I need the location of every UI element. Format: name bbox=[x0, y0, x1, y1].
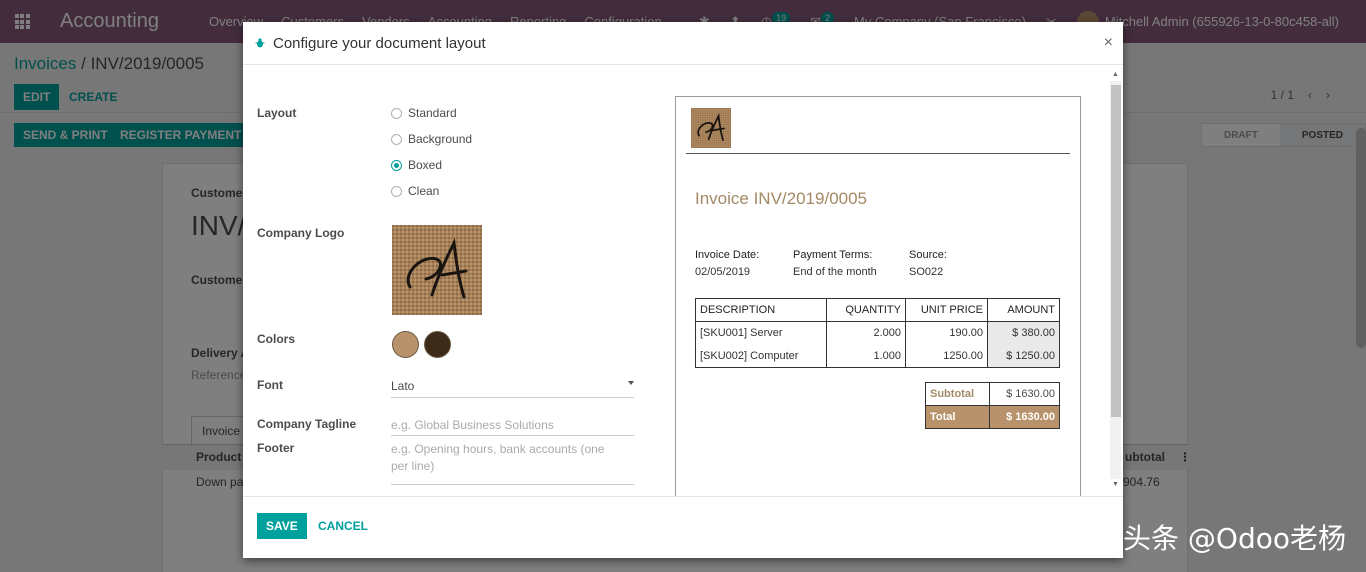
row-unit-price: 1250.00 bbox=[905, 344, 988, 368]
preview-header-divider bbox=[686, 153, 1070, 154]
payment-terms-label: Payment Terms: bbox=[793, 249, 873, 261]
caret-down-icon bbox=[628, 381, 634, 385]
col-unit-price: UNIT PRICE bbox=[905, 298, 988, 322]
col-description: DESCRIPTION bbox=[695, 298, 827, 322]
bug-icon bbox=[255, 38, 265, 48]
invoice-date-label: Invoice Date: bbox=[695, 249, 760, 261]
radio-boxed[interactable] bbox=[391, 159, 402, 171]
dialog-body: Layout Standard Background Boxed Clean C… bbox=[243, 65, 1123, 496]
company-tagline-label: Company Tagline bbox=[257, 417, 357, 431]
col-quantity: QUANTITY bbox=[826, 298, 906, 322]
preview-lines-table: DESCRIPTION QUANTITY UNIT PRICE AMOUNT [… bbox=[695, 298, 1060, 368]
layout-option-label: Standard bbox=[408, 106, 457, 120]
radio-clean[interactable] bbox=[391, 185, 402, 197]
row-quantity: 2.000 bbox=[826, 321, 906, 345]
layout-option-background[interactable]: Background bbox=[391, 132, 472, 146]
dialog-scrollbar[interactable]: ▲ ▼ bbox=[1110, 71, 1121, 491]
layout-option-label: Clean bbox=[408, 184, 440, 198]
source-value: SO022 bbox=[909, 266, 944, 278]
company-logo-image[interactable] bbox=[392, 225, 482, 315]
source-label: Source: bbox=[909, 249, 947, 261]
secondary-color-swatch[interactable] bbox=[424, 331, 451, 358]
cancel-button[interactable]: CANCEL bbox=[309, 513, 377, 539]
radio-standard[interactable] bbox=[391, 107, 402, 119]
table-row: [SKU002] Computer 1.000 1250.00 $ 1250.0… bbox=[695, 344, 1060, 368]
table-row: [SKU001] Server 2.000 190.00 $ 380.00 bbox=[695, 321, 1060, 345]
font-select[interactable]: Lato bbox=[391, 379, 634, 398]
preview-payment-terms: Payment Terms: End of the month bbox=[793, 247, 877, 281]
invoice-preview: Invoice INV/2019/0005 Invoice Date: 02/0… bbox=[675, 96, 1081, 496]
row-quantity: 1.000 bbox=[826, 344, 906, 368]
payment-terms-value: End of the month bbox=[793, 266, 877, 278]
subtotal-label: Subtotal bbox=[924, 382, 991, 406]
company-logo-label: Company Logo bbox=[257, 226, 345, 240]
footer-placeholder: e.g. Opening hours, bank accounts (one p… bbox=[391, 442, 605, 473]
save-button[interactable]: SAVE bbox=[257, 513, 307, 539]
close-icon[interactable]: × bbox=[1104, 34, 1113, 52]
preview-totals-table: Subtotal $ 1630.00 Total $ 1630.00 bbox=[924, 382, 1060, 429]
scroll-up-icon[interactable]: ▲ bbox=[1112, 71, 1119, 78]
radio-background[interactable] bbox=[391, 133, 402, 145]
layout-label: Layout bbox=[257, 106, 297, 120]
dialog-header: Configure your document layout × bbox=[243, 22, 1123, 65]
dialog-footer: SAVE CANCEL bbox=[243, 496, 1123, 558]
row-unit-price: 190.00 bbox=[905, 321, 988, 345]
col-amount: AMOUNT bbox=[987, 298, 1060, 322]
scroll-down-icon[interactable]: ▼ bbox=[1112, 481, 1119, 488]
preview-logo-image bbox=[691, 108, 731, 148]
preview-invoice-date: Invoice Date: 02/05/2019 bbox=[695, 247, 759, 281]
company-tagline-input[interactable]: e.g. Global Business Solutions bbox=[391, 417, 634, 436]
layout-option-boxed[interactable]: Boxed bbox=[391, 158, 442, 172]
colors-label: Colors bbox=[257, 332, 296, 346]
subtotal-row: Subtotal $ 1630.00 bbox=[924, 382, 1060, 406]
footer-label: Footer bbox=[257, 441, 295, 455]
layout-option-label: Boxed bbox=[408, 158, 443, 172]
row-amount: $ 1250.00 bbox=[987, 344, 1060, 368]
dialog-title: Configure your document layout bbox=[273, 34, 486, 52]
primary-color-swatch[interactable] bbox=[392, 331, 419, 358]
footer-textarea[interactable]: e.g. Opening hours, bank accounts (one p… bbox=[391, 441, 634, 485]
invoice-date-value: 02/05/2019 bbox=[695, 266, 751, 278]
total-row: Total $ 1630.00 bbox=[924, 405, 1060, 429]
preview-source: Source: SO022 bbox=[909, 247, 947, 281]
font-select-value: Lato bbox=[391, 379, 415, 393]
layout-option-label: Background bbox=[408, 132, 473, 146]
subtotal-value: $ 1630.00 bbox=[989, 382, 1060, 406]
scrollbar-thumb[interactable] bbox=[1111, 85, 1121, 417]
font-label: Font bbox=[257, 378, 283, 392]
tagline-placeholder: e.g. Global Business Solutions bbox=[391, 418, 554, 432]
layout-option-clean[interactable]: Clean bbox=[391, 184, 439, 198]
total-value: $ 1630.00 bbox=[989, 405, 1060, 429]
preview-invoice-title: Invoice INV/2019/0005 bbox=[695, 189, 868, 208]
document-layout-dialog: Configure your document layout × Layout … bbox=[243, 22, 1123, 558]
row-description: [SKU002] Computer bbox=[695, 344, 827, 368]
total-label: Total bbox=[924, 405, 991, 429]
layout-option-standard[interactable]: Standard bbox=[391, 106, 457, 120]
row-amount: $ 380.00 bbox=[987, 321, 1060, 345]
row-description: [SKU001] Server bbox=[695, 321, 827, 345]
watermark-text: 头条 @Odoo老杨 bbox=[1123, 522, 1346, 555]
